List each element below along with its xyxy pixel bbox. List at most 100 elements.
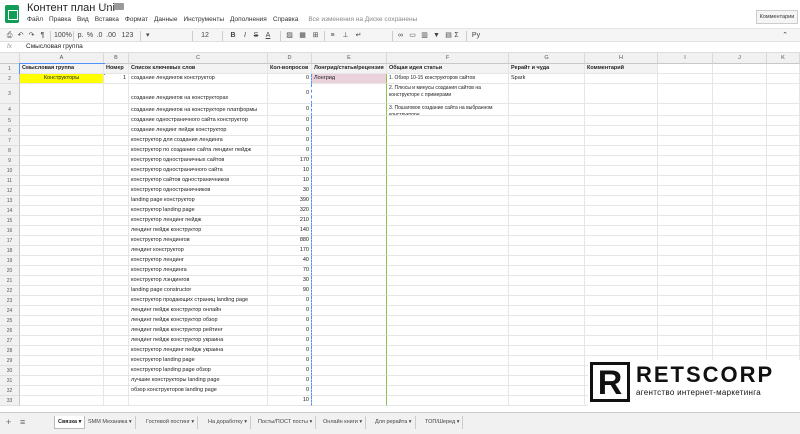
cell-a[interactable]	[20, 236, 104, 246]
cell-e[interactable]	[312, 104, 387, 116]
cell-d[interactable]: 10	[268, 396, 312, 406]
cell-e[interactable]	[312, 84, 387, 104]
cell-f[interactable]	[387, 326, 509, 336]
sheet-tab[interactable]: Для рерайта ▾	[372, 416, 416, 429]
menu-item[interactable]: Формат	[125, 16, 148, 23]
cell-d[interactable]: 0	[268, 74, 312, 84]
cell-g[interactable]	[509, 286, 585, 296]
row-header[interactable]: 24	[0, 306, 20, 316]
empty-cell[interactable]	[767, 64, 800, 74]
cell-a[interactable]	[20, 276, 104, 286]
cell-h[interactable]	[585, 74, 658, 84]
cell-e[interactable]	[312, 146, 387, 156]
column-header-f[interactable]: F	[387, 53, 509, 64]
decimal-decrease-button[interactable]: .0	[95, 31, 104, 41]
cell-h[interactable]	[585, 276, 658, 286]
cell-g[interactable]	[509, 166, 585, 176]
cell-h[interactable]	[585, 176, 658, 186]
cell-c[interactable]: конструктор лендинга	[129, 266, 268, 276]
header-cell-b[interactable]: Номер	[104, 64, 129, 74]
cell-h[interactable]	[585, 84, 658, 104]
cell-d[interactable]: 320	[268, 206, 312, 216]
cell-a[interactable]	[20, 346, 104, 356]
cell-e[interactable]	[312, 216, 387, 226]
cell-d[interactable]: 170	[268, 246, 312, 256]
menu-item[interactable]: Вставка	[95, 16, 119, 23]
row-header[interactable]: 1	[0, 64, 20, 74]
cell-h[interactable]	[585, 296, 658, 306]
empty-cell[interactable]	[713, 266, 767, 276]
empty-cell[interactable]	[767, 74, 800, 84]
empty-cell[interactable]	[767, 286, 800, 296]
spreadsheet-grid[interactable]: A B C D E F G H I J K 1 Смысловая группа Номер Список …	[0, 53, 800, 408]
undo-icon[interactable]: ↶	[16, 31, 25, 41]
decimal-increase-button[interactable]: .00	[105, 31, 117, 41]
cell-g[interactable]: Spark	[509, 74, 585, 84]
cell-d[interactable]: 0	[268, 306, 312, 316]
row-header[interactable]: 8	[0, 146, 20, 156]
cell-c[interactable]: конструктор landing page	[129, 206, 268, 216]
cell-g[interactable]	[509, 226, 585, 236]
cell-g[interactable]	[509, 376, 585, 386]
cell-g[interactable]	[509, 336, 585, 346]
cell-g[interactable]	[509, 196, 585, 206]
chart-icon[interactable]: ▥	[420, 31, 429, 41]
cell-g[interactable]	[509, 346, 585, 356]
cell-e[interactable]	[312, 156, 387, 166]
cell-c[interactable]: конструктор по созданию сайта лендинг пе…	[129, 146, 268, 156]
empty-cell[interactable]	[713, 166, 767, 176]
cell-e[interactable]	[312, 246, 387, 256]
cell-g[interactable]	[509, 116, 585, 126]
cell-f[interactable]: 2. Плюсы и минусы создания сайтов на кон…	[387, 84, 509, 104]
cell-f[interactable]	[387, 146, 509, 156]
row-header[interactable]: 18	[0, 246, 20, 256]
row-header[interactable]: 22	[0, 286, 20, 296]
cell-f[interactable]	[387, 176, 509, 186]
cell-f[interactable]	[387, 126, 509, 136]
cell-f[interactable]: 3. Пошаговое создание сайта на выбранном…	[387, 104, 509, 116]
cell-e[interactable]	[312, 256, 387, 266]
vertical-align-icon[interactable]: ⊥	[341, 31, 350, 41]
menu-item[interactable]: Файл	[27, 16, 43, 23]
cell-f[interactable]	[387, 346, 509, 356]
cell-g[interactable]	[509, 396, 585, 406]
cell-a[interactable]	[20, 156, 104, 166]
cell-b[interactable]	[104, 84, 129, 104]
cell-d[interactable]: 0	[268, 356, 312, 366]
sheet-tab[interactable]: Посты/ПОСТ посты ▾	[255, 416, 317, 429]
cell-h[interactable]	[585, 186, 658, 196]
cell-c[interactable]: обзор конструкторов landing page	[129, 386, 268, 396]
cell-d[interactable]: 0	[268, 104, 312, 116]
cell-f[interactable]	[387, 246, 509, 256]
header-cell-a[interactable]: Смысловая группа	[19, 63, 105, 75]
cell-e[interactable]	[312, 136, 387, 146]
cell-c[interactable]: конструктор landing page обзор	[129, 366, 268, 376]
cell-h[interactable]	[585, 196, 658, 206]
folder-icon[interactable]	[114, 3, 124, 10]
cell-e[interactable]	[312, 396, 387, 406]
cell-g[interactable]	[509, 266, 585, 276]
menu-item[interactable]: Дополнения	[230, 16, 267, 23]
empty-cell[interactable]	[713, 316, 767, 326]
align-left-icon[interactable]: ≡	[328, 31, 337, 41]
cell-e[interactable]	[312, 176, 387, 186]
cell-a[interactable]	[20, 116, 104, 126]
column-header-d[interactable]: D	[268, 53, 312, 64]
cell-f[interactable]	[387, 236, 509, 246]
cell-a[interactable]	[20, 316, 104, 326]
empty-cell[interactable]	[767, 326, 800, 336]
cell-e[interactable]	[312, 196, 387, 206]
column-header-e[interactable]: E	[312, 53, 387, 64]
empty-cell[interactable]	[658, 206, 713, 216]
cell-f[interactable]	[387, 366, 509, 376]
cell-d[interactable]: 0	[268, 326, 312, 336]
row-header[interactable]: 15	[0, 216, 20, 226]
cell-d[interactable]: 0	[268, 146, 312, 156]
empty-cell[interactable]	[767, 206, 800, 216]
cell-b[interactable]	[104, 356, 129, 366]
cell-d[interactable]: 0	[268, 346, 312, 356]
cell-h[interactable]	[585, 116, 658, 126]
row-header[interactable]: 31	[0, 376, 20, 386]
empty-cell[interactable]	[767, 136, 800, 146]
cell-h[interactable]	[585, 226, 658, 236]
